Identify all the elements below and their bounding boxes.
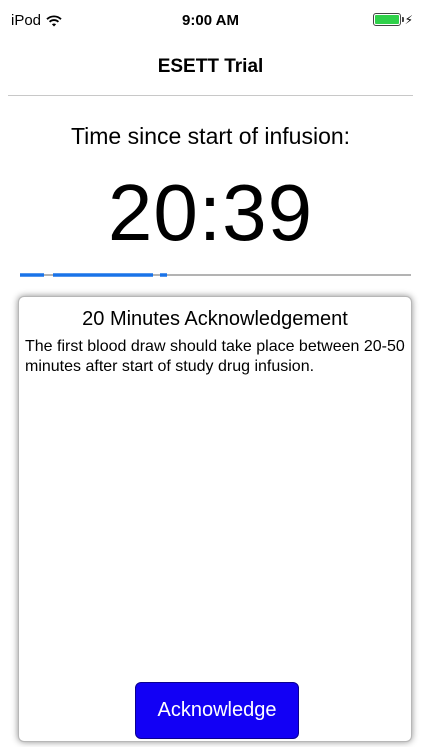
progress-indicator-graphic — [20, 273, 411, 277]
acknowledgement-card: 20 Minutes Acknowledgement The first blo… — [18, 296, 412, 742]
page-title: ESETT Trial — [157, 56, 264, 77]
battery-icon: ⚡ — [372, 12, 413, 27]
navigation-bar: ESETT Trial — [8, 38, 413, 96]
status-time: 9:00 AM — [182, 12, 239, 29]
app-screen: iPod 9:00 AM ⚡ ESETT Trial Time since st… — [0, 0, 421, 747]
acknowledge-button[interactable]: Acknowledge — [135, 682, 299, 739]
progress-indicator — [20, 271, 411, 281]
battery-fill — [374, 15, 399, 24]
charging-bolt-icon: ⚡ — [404, 12, 413, 27]
status-bar: iPod 9:00 AM ⚡ — [0, 0, 421, 38]
battery-body — [372, 13, 401, 26]
elapsed-time-label: Time since start of infusion: — [70, 123, 351, 149]
elapsed-time-display: 20:39 — [107, 168, 314, 257]
battery-tip — [401, 17, 404, 22]
card-message: The first blood draw should take place b… — [25, 338, 405, 375]
card-title: 20 Minutes Acknowledgement — [82, 308, 348, 330]
